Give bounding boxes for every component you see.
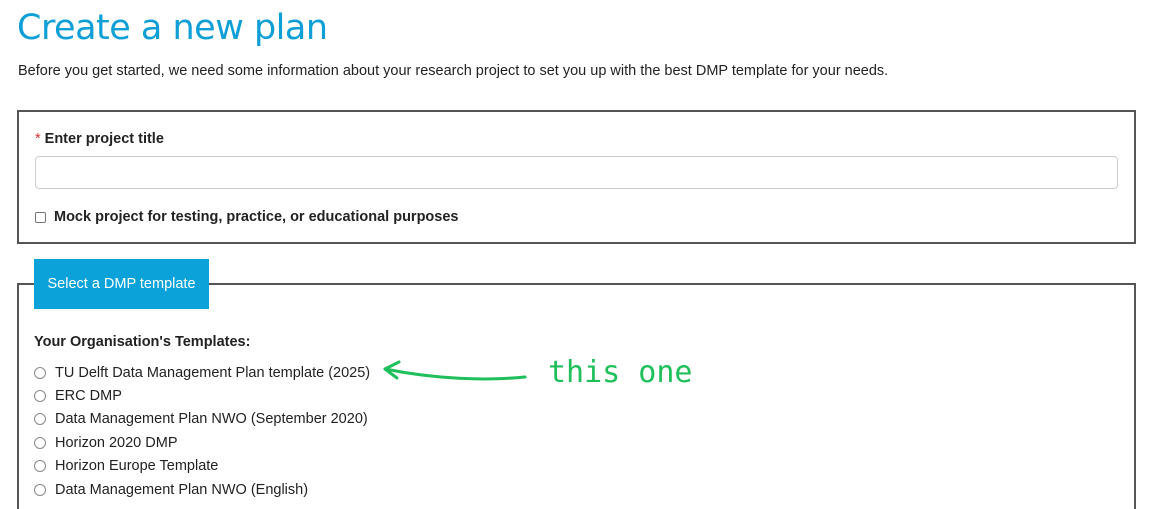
project-details-box: * Enter project title Mock project for te…	[17, 110, 1136, 244]
template-radio[interactable]	[34, 483, 46, 496]
template-radio[interactable]	[34, 366, 46, 379]
mock-project-option[interactable]: Mock project for testing, practice, or e…	[35, 209, 458, 225]
template-label[interactable]: Horizon 2020 DMP	[55, 435, 178, 451]
template-option[interactable]: ERC DMP	[34, 384, 370, 407]
template-list: TU Delft Data Management Plan template (…	[34, 361, 370, 501]
org-templates-heading: Your Organisation's Templates:	[34, 334, 251, 350]
project-title-label: * Enter project title	[35, 131, 164, 147]
intro-text: Before you get started, we need some inf…	[18, 63, 889, 79]
template-label[interactable]: Horizon Europe Template	[55, 458, 218, 474]
template-label[interactable]: Data Management Plan NWO (September 2020…	[55, 411, 368, 427]
project-title-input[interactable]	[35, 156, 1118, 189]
template-option[interactable]: Horizon 2020 DMP	[34, 431, 370, 454]
page-title: Create a new plan	[17, 8, 328, 48]
annotation-arrow-icon	[383, 360, 527, 381]
create-plan-page: Create a new plan Before you get started…	[0, 0, 1157, 509]
project-title-label-text: Enter project title	[44, 131, 164, 147]
select-dmp-template-tab[interactable]: Select a DMP template	[34, 259, 209, 309]
annotation-text: this one	[548, 355, 693, 390]
template-option[interactable]: TU Delft Data Management Plan template (…	[34, 361, 370, 384]
template-label[interactable]: ERC DMP	[55, 388, 122, 404]
template-option[interactable]: Horizon Europe Template	[34, 455, 370, 478]
template-radio[interactable]	[34, 413, 46, 426]
mock-project-label[interactable]: Mock project for testing, practice, or e…	[54, 209, 458, 225]
template-option[interactable]: Data Management Plan NWO (English)	[34, 478, 370, 501]
template-label[interactable]: TU Delft Data Management Plan template (…	[55, 365, 370, 381]
mock-project-checkbox[interactable]	[35, 211, 46, 223]
template-radio[interactable]	[34, 436, 46, 449]
required-marker: *	[35, 131, 41, 147]
template-radio[interactable]	[34, 390, 46, 403]
template-option[interactable]: Data Management Plan NWO (September 2020…	[34, 408, 370, 431]
template-radio[interactable]	[34, 460, 46, 473]
template-label[interactable]: Data Management Plan NWO (English)	[55, 482, 308, 498]
